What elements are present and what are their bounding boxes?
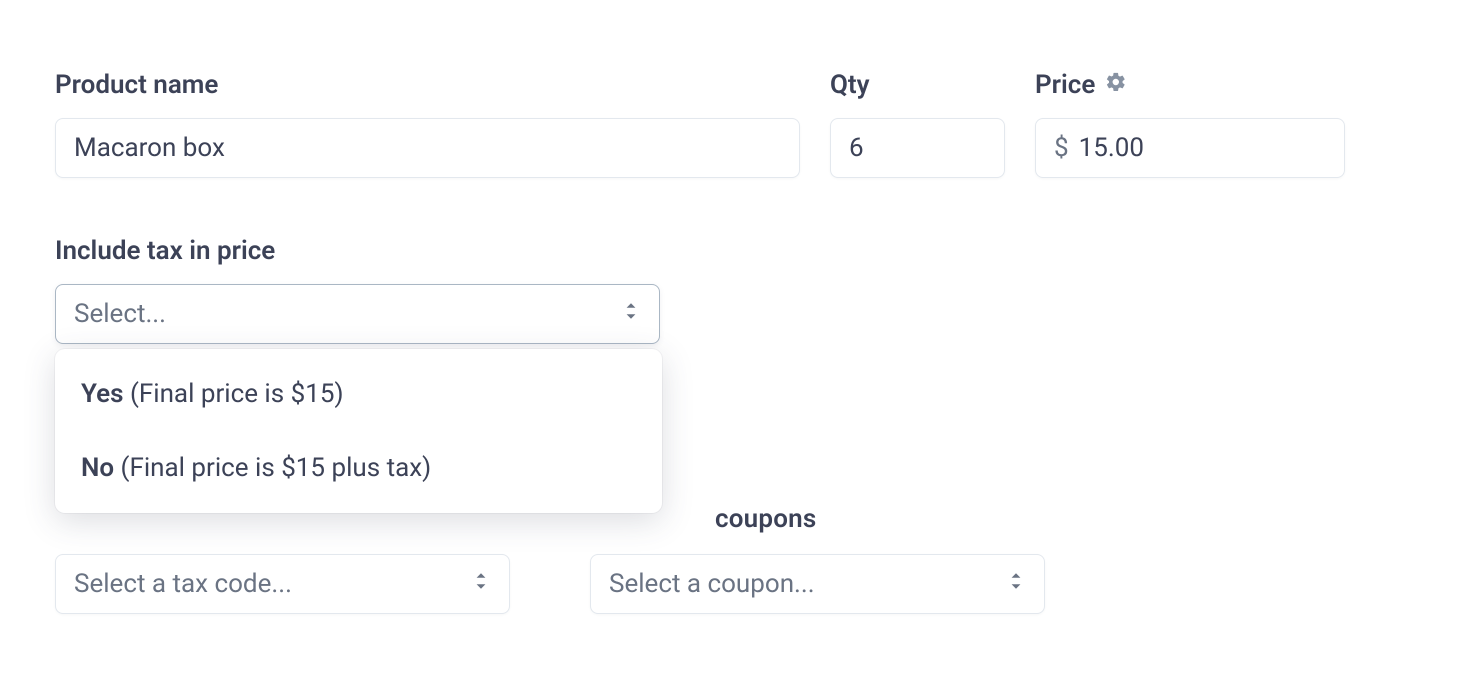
price-input[interactable] <box>1079 119 1326 177</box>
option-no-rest: (Final price is $15 plus tax) <box>114 453 431 483</box>
qty-label: Qty <box>830 70 870 100</box>
price-label: Price <box>1035 70 1095 100</box>
top-row: Product name Qty Price $ <box>55 70 1405 178</box>
tax-code-select[interactable]: Select a tax code... <box>55 554 510 614</box>
product-name-input[interactable] <box>55 118 800 178</box>
option-no-strong: No <box>81 453 114 483</box>
price-input-wrapper[interactable]: $ <box>1035 118 1345 178</box>
include-tax-option-yes[interactable]: Yes (Final price is $15) <box>55 357 662 431</box>
coupon-group: Select a coupon... <box>590 554 1045 614</box>
coupon-select-value: Select a coupon... <box>609 569 815 599</box>
chevron-sort-icon <box>1007 569 1025 599</box>
bottom-row: coupons Select a tax code... Select a co… <box>55 554 1405 614</box>
coupons-label-partial: coupons <box>715 504 816 534</box>
qty-input[interactable] <box>830 118 1005 178</box>
chevron-sort-icon <box>622 299 640 329</box>
chevron-sort-icon <box>472 569 490 599</box>
product-name-field: Product name <box>55 70 800 178</box>
option-yes-rest: (Final price is $15) <box>124 379 344 409</box>
include-tax-select[interactable]: Select... <box>55 284 660 344</box>
include-tax-select-value: Select... <box>74 299 166 329</box>
tax-code-group: Select a tax code... <box>55 554 510 614</box>
product-name-label: Product name <box>55 70 218 100</box>
include-tax-select-wrapper: Select... Yes (Final price is $15) No (F… <box>55 284 660 344</box>
currency-symbol: $ <box>1054 133 1069 163</box>
include-tax-option-no[interactable]: No (Final price is $15 plus tax) <box>55 431 662 505</box>
coupon-select[interactable]: Select a coupon... <box>590 554 1045 614</box>
tax-code-select-value: Select a tax code... <box>74 569 292 599</box>
price-field: Price $ <box>1035 70 1345 178</box>
include-tax-label: Include tax in price <box>55 236 1405 266</box>
include-tax-dropdown: Yes (Final price is $15) No (Final price… <box>55 349 662 513</box>
qty-field: Qty <box>830 70 1005 178</box>
gear-icon[interactable] <box>1105 70 1127 100</box>
include-tax-section: Include tax in price Select... Yes (Fina… <box>55 236 1405 344</box>
option-yes-strong: Yes <box>81 379 124 409</box>
